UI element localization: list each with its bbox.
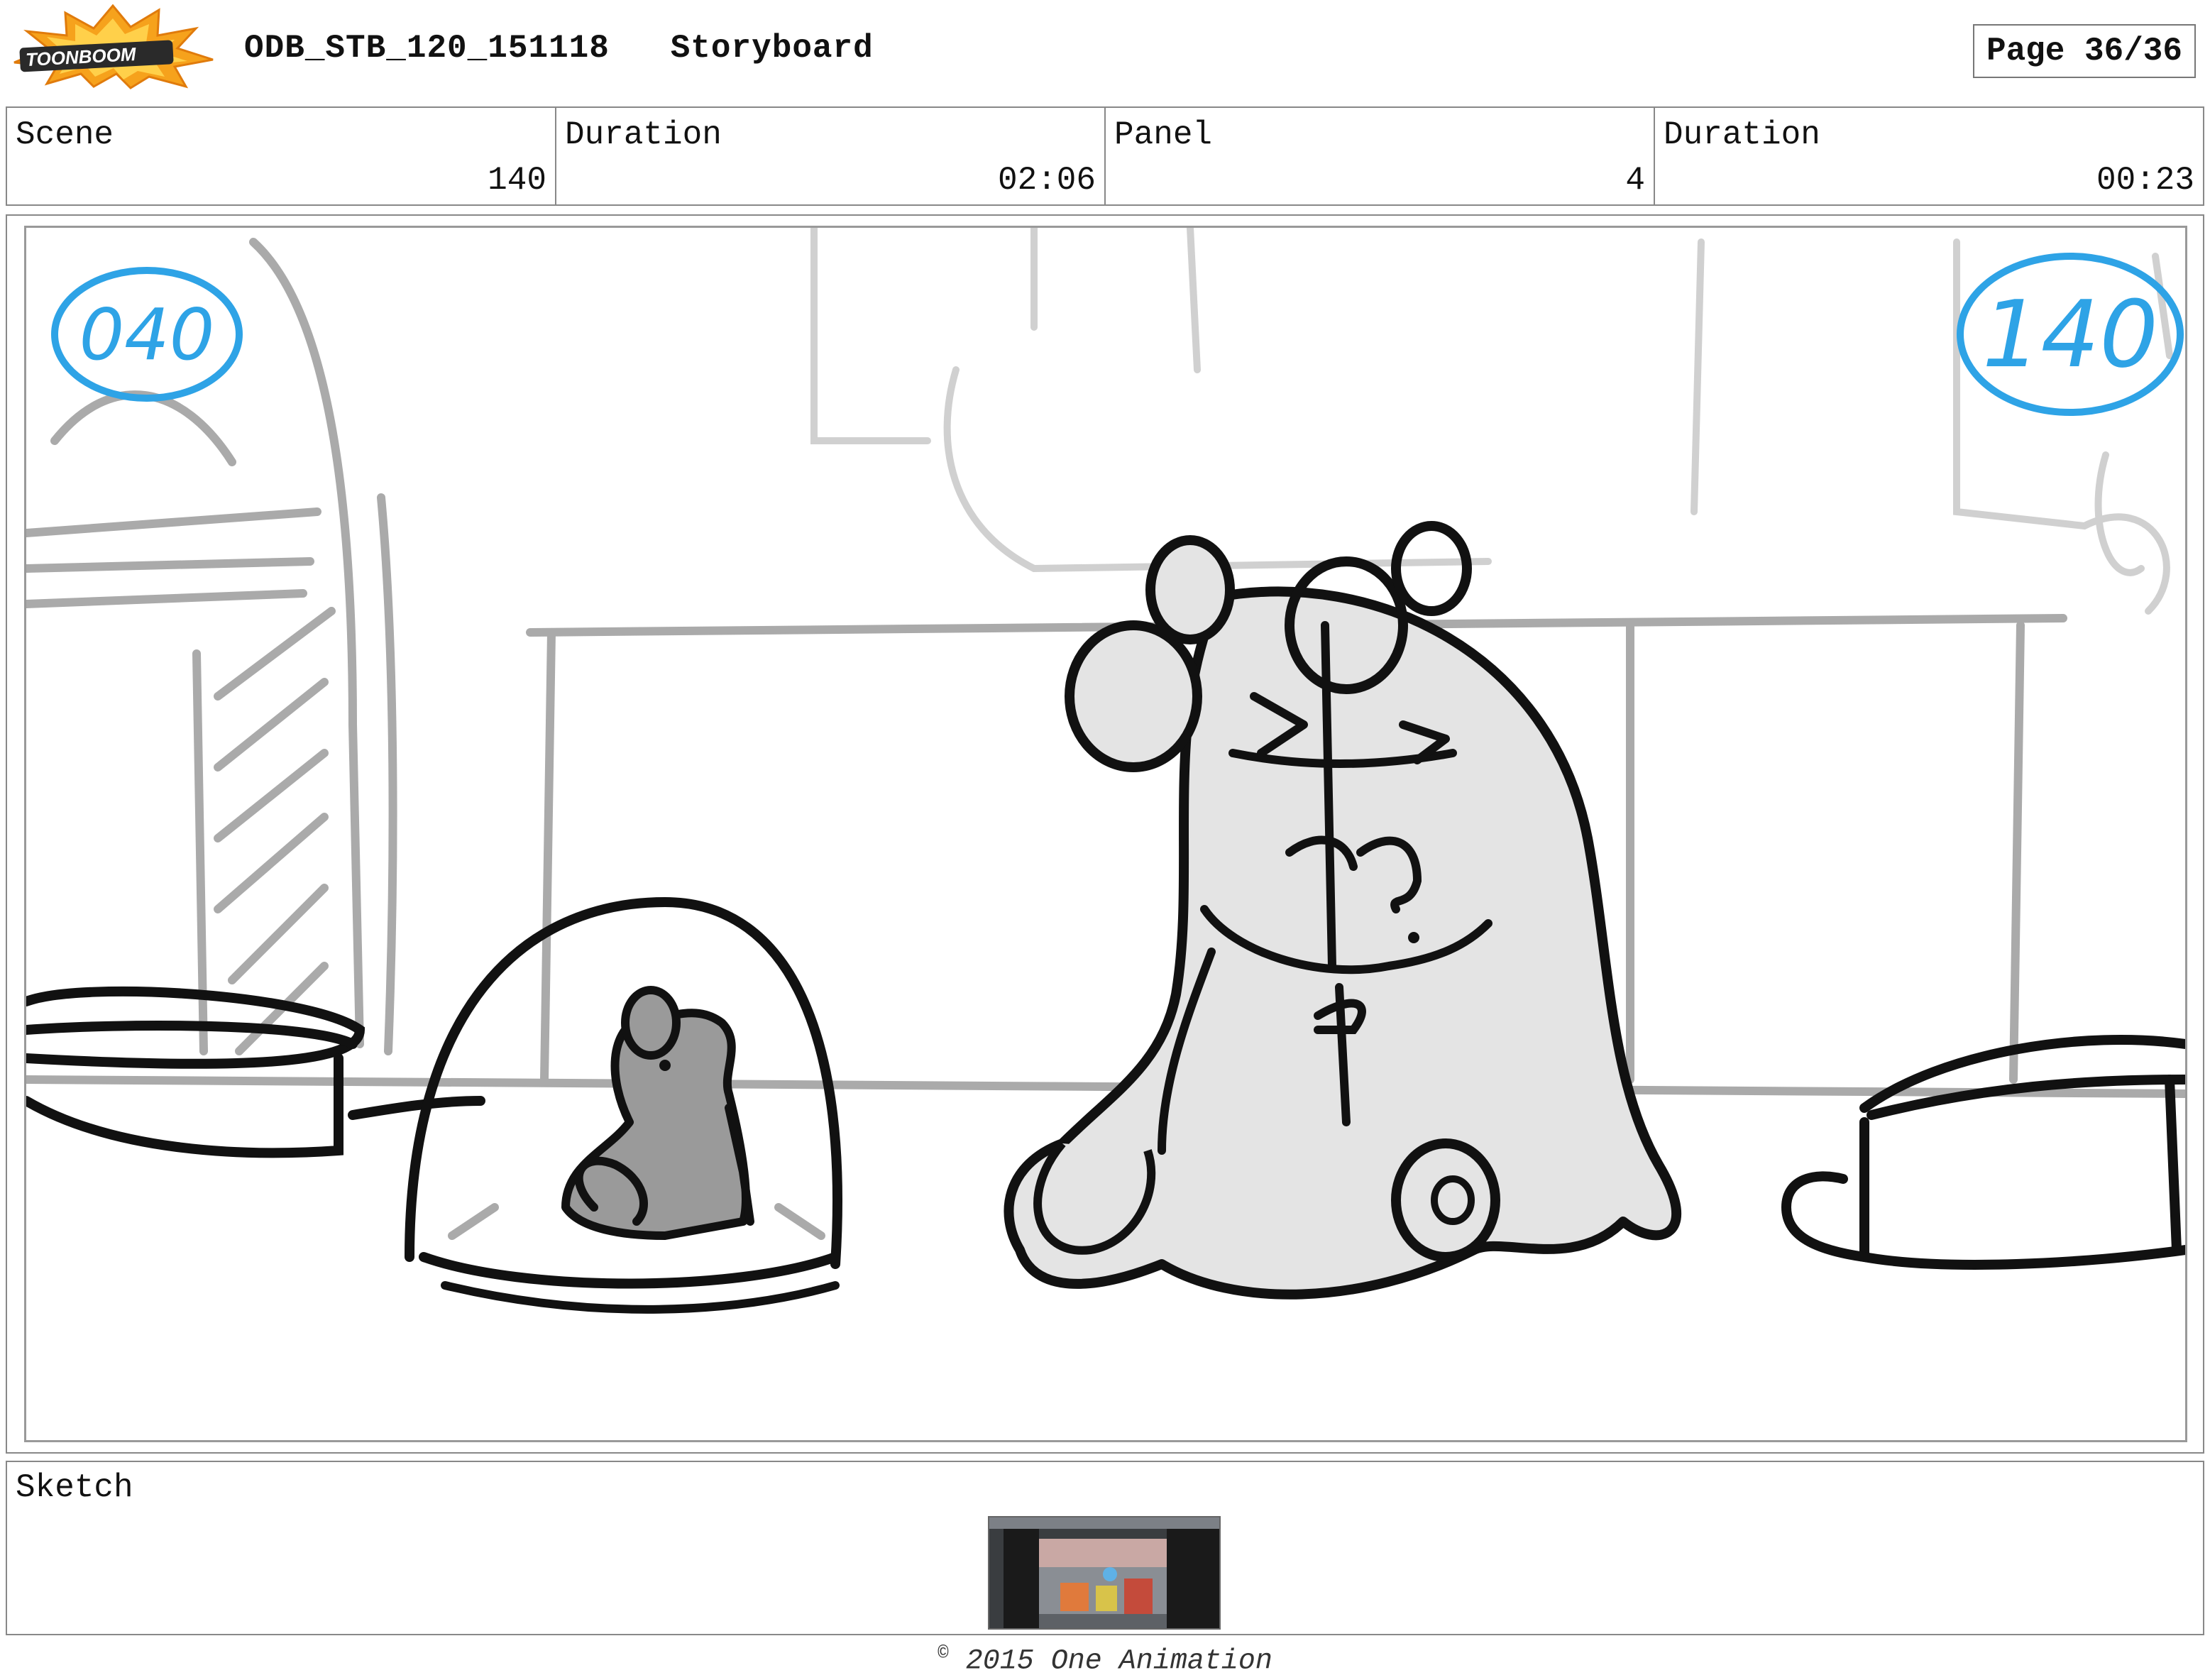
scene-value: 140: [488, 162, 546, 199]
panel-cell: Panel 4: [1106, 108, 1655, 204]
page-indicator: Page 36/36: [1973, 24, 2196, 78]
document-title: ODB_STB_120_151118 Storyboard: [244, 30, 874, 67]
sketch-label: Sketch: [16, 1469, 133, 1506]
scene-duration-label: Duration: [565, 116, 722, 153]
scene-duration-value: 02:06: [997, 162, 1096, 199]
storyboard-panel: 040 140: [6, 214, 2204, 1454]
right-pot: [1781, 1035, 2185, 1270]
panel-value: 4: [1625, 162, 1645, 199]
scene-mark-left: 040: [79, 293, 215, 376]
far-background-sketch: [810, 228, 2173, 615]
toonboom-logo: TOONBOOM: [10, 3, 216, 89]
sketch-row: Sketch: [6, 1461, 2204, 1635]
sad-creature: [1004, 521, 1682, 1300]
copyright-text: 2015 One Animation: [948, 1645, 1272, 1678]
panel-duration-label: Duration: [1664, 116, 1820, 153]
panel-label: Panel: [1114, 116, 1213, 153]
panel-duration-cell: Duration 00:23: [1655, 108, 2203, 204]
copyright-footer: © 2015 One Animation: [0, 1642, 2210, 1677]
scene-number-marks: 040 140: [51, 253, 2184, 416]
copyright-symbol: ©: [938, 1642, 949, 1664]
scene-label: Scene: [16, 116, 114, 153]
sketch-thumbnail[interactable]: [988, 1516, 1221, 1630]
mouse: [561, 986, 754, 1240]
scene-info-row: Scene 140 Duration 02:06 Panel 4 Duratio…: [6, 106, 2204, 206]
panel-sketch: 040 140: [26, 228, 2185, 1314]
scene-mark-right: 140: [1982, 280, 2158, 388]
scene-duration-cell: Duration 02:06: [556, 108, 1106, 204]
panel-image: 040 140: [24, 226, 2187, 1442]
panel-duration-value: 00:23: [2096, 162, 2194, 199]
scene-cell: Scene 140: [7, 108, 556, 204]
left-pot: [26, 986, 485, 1158]
